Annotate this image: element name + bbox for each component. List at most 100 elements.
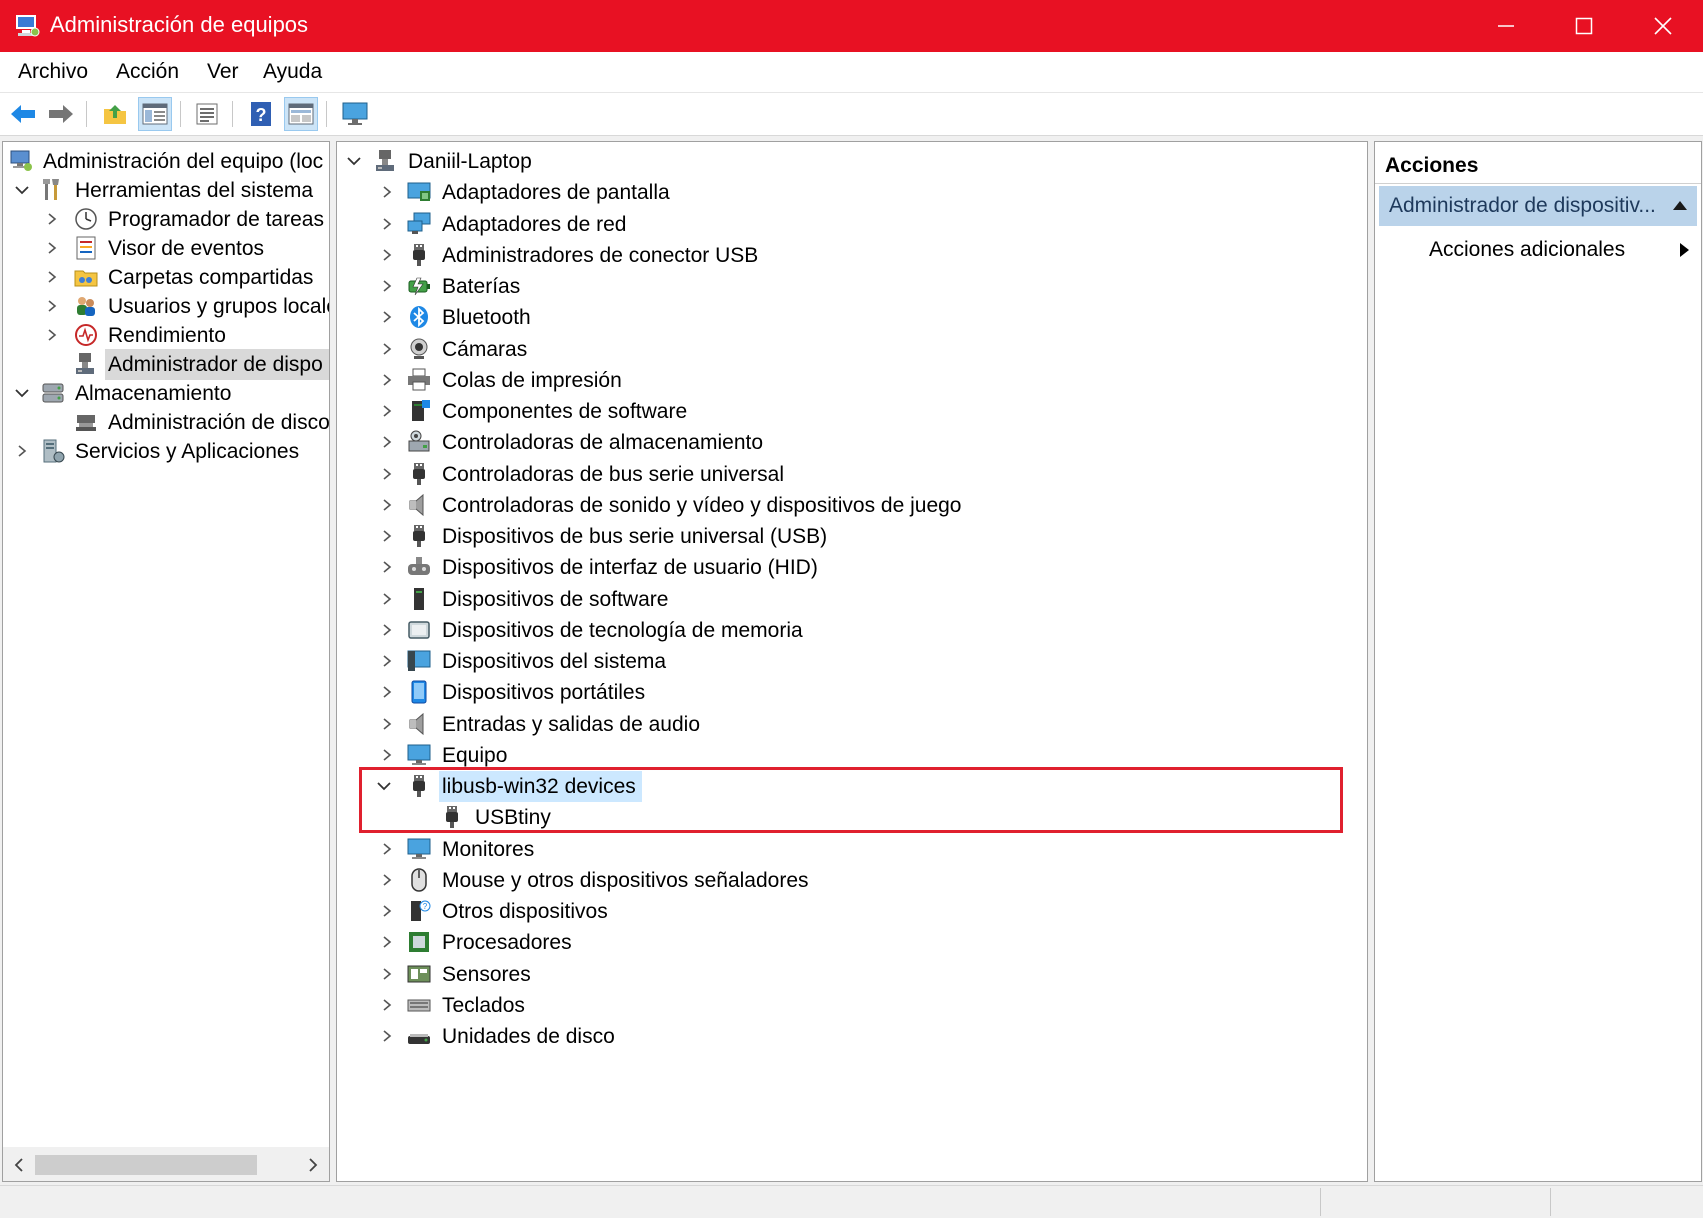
chevron-right-icon[interactable]	[377, 589, 397, 609]
device-category-unidades-de-disco[interactable]: Unidades de disco	[337, 1021, 1367, 1052]
back-button[interactable]	[6, 97, 40, 131]
device-category-controladoras-de-bus-serie-universal[interactable]: Controladoras de bus serie universal	[337, 459, 1367, 490]
view-button[interactable]	[284, 97, 318, 131]
chevron-right-icon[interactable]	[377, 714, 397, 734]
battery-icon	[406, 273, 432, 299]
chevron-right-icon[interactable]	[377, 307, 397, 327]
chevron-right-icon[interactable]	[377, 1026, 397, 1046]
chevron-right-icon[interactable]	[377, 182, 397, 202]
device-category-adaptadores-de-red[interactable]: Adaptadores de red	[337, 209, 1367, 240]
chevron-down-icon[interactable]	[344, 151, 364, 171]
chevron-right-icon[interactable]	[377, 245, 397, 265]
chevron-right-icon[interactable]	[377, 526, 397, 546]
chevron-right-icon[interactable]	[42, 296, 62, 316]
shared-folder-icon	[73, 264, 99, 290]
device-category-usbtiny[interactable]: USBtiny	[337, 802, 1367, 833]
chevron-right-icon[interactable]	[42, 238, 62, 258]
device-category-dispositivos-de-software[interactable]: Dispositivos de software	[337, 584, 1367, 615]
chevron-right-icon[interactable]	[377, 745, 397, 765]
device-tree-root[interactable]: Daniil-Laptop	[337, 146, 1367, 177]
device-category-controladoras-de-almacenamiento[interactable]: Controladoras de almacenamiento	[337, 427, 1367, 458]
chevron-right-icon[interactable]	[377, 557, 397, 577]
help-button[interactable]: ?	[244, 97, 278, 131]
menu-accion[interactable]: Acción	[112, 58, 183, 86]
device-category-monitores[interactable]: Monitores	[337, 834, 1367, 865]
chevron-right-icon[interactable]	[377, 620, 397, 640]
device-category-controladoras-de-sonido-y-video-y-dispositivos-de-juego[interactable]: Controladoras de sonido y vídeo y dispos…	[337, 490, 1367, 521]
console-tree-item-herramientas-del-sistema[interactable]: Herramientas del sistema	[3, 175, 329, 206]
console-tree-item-administracion-del-equipo-loc[interactable]: Administración del equipo (loc	[3, 146, 329, 177]
chevron-right-icon[interactable]	[377, 995, 397, 1015]
device-category-sensores[interactable]: Sensores	[337, 959, 1367, 990]
device-category-libusb-win32-devices[interactable]: libusb-win32 devices	[337, 771, 1367, 802]
chevron-right-icon[interactable]	[377, 682, 397, 702]
chevron-right-icon[interactable]	[377, 370, 397, 390]
chevron-down-icon[interactable]	[374, 776, 394, 796]
console-tree-item-visor-de-eventos[interactable]: Visor de eventos	[3, 233, 329, 264]
forward-button[interactable]	[44, 97, 78, 131]
device-category-bluetooth[interactable]: Bluetooth	[337, 302, 1367, 333]
console-tree-item-carpetas-compartidas[interactable]: Carpetas compartidas	[3, 262, 329, 293]
device-category-dispositivos-de-interfaz-de-usuario-hid[interactable]: Dispositivos de interfaz de usuario (HID…	[337, 552, 1367, 583]
show-hide-tree-button[interactable]	[138, 97, 172, 131]
scrollbar-thumb[interactable]	[35, 1155, 257, 1175]
console-tree-item-administracion-de-disco[interactable]: Administración de disco	[3, 407, 329, 438]
scan-hardware-button[interactable]	[338, 97, 372, 131]
device-category-baterias[interactable]: Baterías	[337, 271, 1367, 302]
console-tree-item-programador-de-tareas[interactable]: Programador de tareas	[3, 204, 329, 235]
chevron-right-icon[interactable]	[377, 651, 397, 671]
more-actions-item[interactable]: Acciones adicionales	[1429, 232, 1689, 268]
chevron-right-icon[interactable]	[377, 901, 397, 921]
chevron-down-icon[interactable]	[12, 180, 32, 200]
chevron-right-icon[interactable]	[42, 267, 62, 287]
chevron-right-icon[interactable]	[377, 839, 397, 859]
device-category-colas-de-impresion[interactable]: Colas de impresión	[337, 365, 1367, 396]
chevron-right-icon[interactable]	[377, 964, 397, 984]
scroll-left-button[interactable]	[9, 1156, 29, 1174]
chevron-right-icon[interactable]	[377, 276, 397, 296]
console-tree-item-servicios-y-aplicaciones[interactable]: Servicios y Aplicaciones	[3, 436, 329, 467]
device-category-mouse-y-otros-dispositivos-senaladores[interactable]: Mouse y otros dispositivos señaladores	[337, 865, 1367, 896]
maximize-button[interactable]	[1545, 0, 1623, 52]
device-category-administradores-de-conector-usb[interactable]: Administradores de conector USB	[337, 240, 1367, 271]
menu-archivo[interactable]: Archivo	[14, 58, 92, 86]
device-category-teclados[interactable]: Teclados	[337, 990, 1367, 1021]
console-tree-item-usuarios-y-grupos-locale[interactable]: Usuarios y grupos locale	[3, 291, 329, 322]
device-category-dispositivos-del-sistema[interactable]: Dispositivos del sistema	[337, 646, 1367, 677]
chevron-right-icon[interactable]	[377, 401, 397, 421]
horizontal-scrollbar[interactable]	[3, 1147, 329, 1181]
menu-ayuda[interactable]: Ayuda	[259, 58, 326, 86]
menu-ver[interactable]: Ver	[203, 58, 243, 86]
chevron-right-icon[interactable]	[377, 339, 397, 359]
minimize-button[interactable]	[1467, 0, 1545, 52]
chevron-right-icon[interactable]	[377, 870, 397, 890]
chevron-right-icon[interactable]	[12, 441, 32, 461]
chevron-right-icon[interactable]	[377, 432, 397, 452]
chevron-right-icon[interactable]	[377, 214, 397, 234]
device-category-camaras[interactable]: Cámaras	[337, 334, 1367, 365]
device-category-dispositivos-portatiles[interactable]: Dispositivos portátiles	[337, 677, 1367, 708]
chevron-right-icon[interactable]	[377, 495, 397, 515]
chevron-down-icon[interactable]	[12, 383, 32, 403]
device-category-entradas-y-salidas-de-audio[interactable]: Entradas y salidas de audio	[337, 709, 1367, 740]
console-tree-item-almacenamiento[interactable]: Almacenamiento	[3, 378, 329, 409]
chevron-right-icon[interactable]	[42, 209, 62, 229]
device-category-procesadores[interactable]: Procesadores	[337, 927, 1367, 958]
device-category-adaptadores-de-pantalla[interactable]: Adaptadores de pantalla	[337, 177, 1367, 208]
device-label: Mouse y otros dispositivos señaladores	[442, 868, 809, 892]
device-category-otros-dispositivos[interactable]: ? Otros dispositivos	[337, 896, 1367, 927]
up-level-button[interactable]	[98, 97, 132, 131]
chevron-right-icon[interactable]	[377, 464, 397, 484]
scroll-right-button[interactable]	[303, 1156, 323, 1174]
device-category-equipo[interactable]: Equipo	[337, 740, 1367, 771]
chevron-right-icon[interactable]	[377, 932, 397, 952]
chevron-right-icon[interactable]	[42, 325, 62, 345]
actions-section-device-manager[interactable]: Administrador de dispositiv...	[1379, 186, 1697, 226]
device-category-dispositivos-de-bus-serie-universal-usb[interactable]: Dispositivos de bus serie universal (USB…	[337, 521, 1367, 552]
properties-button[interactable]	[190, 97, 224, 131]
console-tree-item-rendimiento[interactable]: Rendimiento	[3, 320, 329, 351]
close-button[interactable]	[1624, 0, 1702, 52]
device-category-dispositivos-de-tecnologia-de-memoria[interactable]: Dispositivos de tecnología de memoria	[337, 615, 1367, 646]
device-category-componentes-de-software[interactable]: Componentes de software	[337, 396, 1367, 427]
console-tree-item-administrador-de-dispo[interactable]: Administrador de dispo	[3, 349, 329, 380]
